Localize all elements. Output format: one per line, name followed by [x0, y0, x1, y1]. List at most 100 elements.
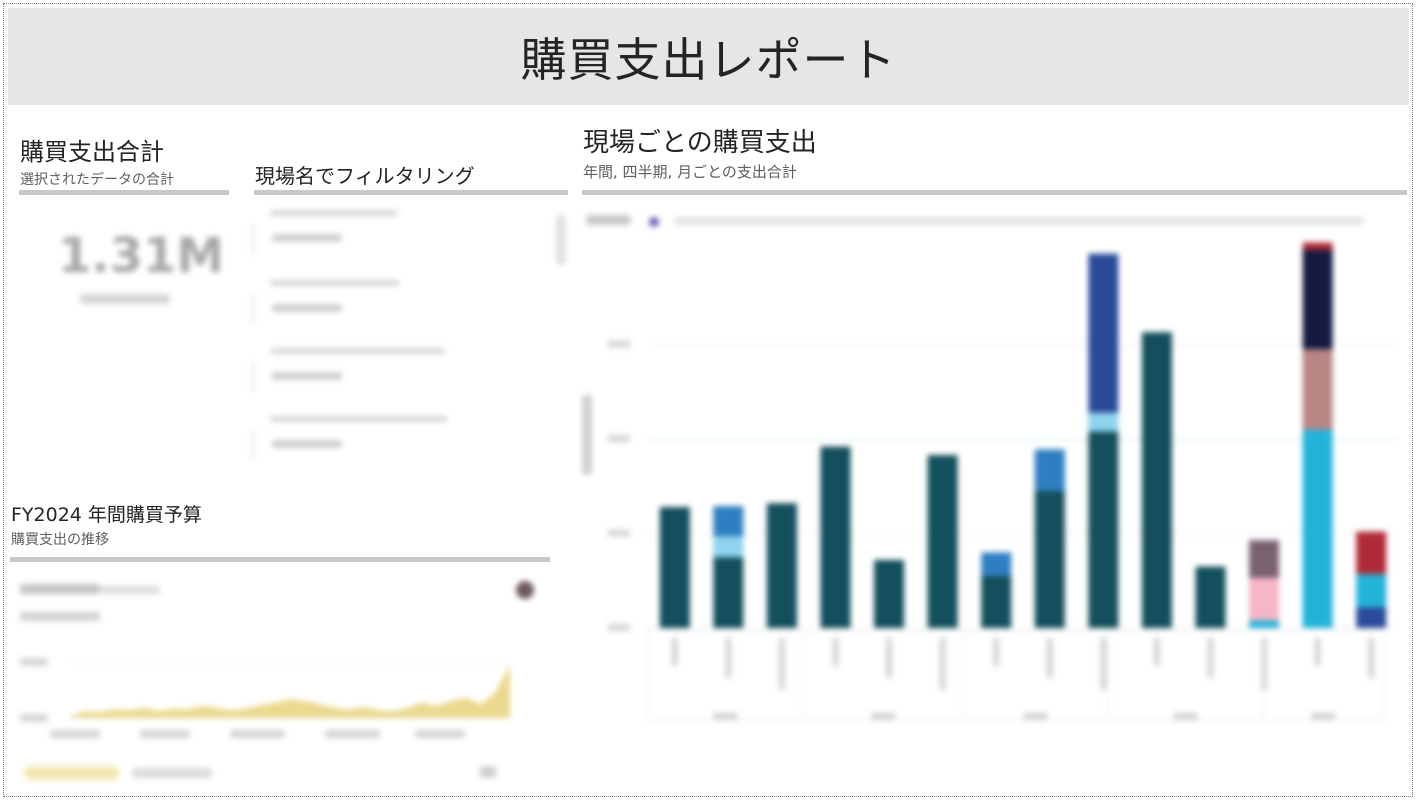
- bar-segment[interactable]: [1356, 574, 1387, 608]
- budget-subtitle: 購買支出の推移: [11, 532, 109, 548]
- x-tick-label: [1314, 638, 1321, 666]
- x-tick-label: [778, 638, 785, 690]
- budget-area-chart: [20, 581, 534, 780]
- bar-segment[interactable]: [874, 559, 905, 628]
- bar-segment[interactable]: [981, 552, 1012, 577]
- bar-segment[interactable]: [659, 507, 690, 628]
- slicer-divider: [254, 190, 568, 195]
- budget-divider: [10, 557, 550, 562]
- budget-chart-sublabel: [20, 612, 100, 621]
- x-axis-group-label: [1023, 713, 1048, 720]
- x-tick-label: [1368, 638, 1375, 678]
- bar-segment[interactable]: [820, 446, 851, 628]
- slicer-scrollbar[interactable]: [556, 215, 566, 265]
- budget-legend-nav[interactable]: [480, 766, 496, 778]
- slicer-item-label: [272, 304, 342, 312]
- budget-title: FY2024 年間購買予算: [11, 504, 202, 526]
- kpi-value: 1.31M: [58, 228, 225, 284]
- y-tick-label: [608, 624, 630, 631]
- x-tick-label: [993, 638, 1000, 666]
- bar-segment[interactable]: [1249, 620, 1280, 628]
- x-axis-group: [1107, 629, 1264, 721]
- kpi-title: 購買支出合計: [20, 138, 164, 166]
- bar-segment[interactable]: [1195, 566, 1226, 628]
- x-tick-label: [1153, 638, 1160, 666]
- x-axis-group-label: [1173, 713, 1198, 720]
- x-tick-label: [671, 638, 678, 666]
- bar-segment[interactable]: [1356, 607, 1387, 628]
- x-axis-group-label: [713, 713, 738, 720]
- bars: [659, 242, 1387, 628]
- main-chart-divider: [582, 190, 1407, 195]
- slicer-header: 現場名でフィルタリング: [255, 160, 475, 189]
- budget-legend-item[interactable]: [24, 766, 119, 780]
- bar-segment[interactable]: [1249, 577, 1280, 621]
- y-tick-label: [608, 435, 630, 442]
- slicer-checkbox[interactable]: [252, 224, 262, 254]
- x-tick-label: [1261, 638, 1268, 690]
- x-axis-group: [802, 629, 964, 721]
- x-tick-label: [1046, 638, 1053, 678]
- x-tick-label: [1207, 638, 1214, 678]
- main-chart-title: 現場ごとの購買支出: [583, 128, 817, 158]
- main-chart-header: 現場ごとの購買支出 年間, 四半期, 月ごとの支出合計: [583, 122, 817, 182]
- slicer-item-label: [272, 234, 342, 242]
- kpi-divider: [19, 190, 229, 195]
- x-axis-group-label: [871, 713, 895, 720]
- main-bar-chart: [582, 215, 1398, 721]
- bar-segment[interactable]: [981, 576, 1012, 628]
- bar-segment[interactable]: [1141, 332, 1172, 628]
- bar-segment[interactable]: [1356, 531, 1387, 575]
- bar-segment[interactable]: [1088, 253, 1119, 413]
- legend-label: [586, 215, 631, 225]
- kpi-value-label: [80, 294, 170, 304]
- x-tick-label: [1100, 638, 1107, 690]
- bar-segment[interactable]: [1088, 431, 1119, 628]
- legend-scroll[interactable]: [674, 217, 1364, 225]
- budget-chart-label-secondary: [100, 586, 160, 594]
- budget-x-tick: [230, 730, 285, 738]
- x-tick-label: [886, 638, 893, 678]
- legend-marker: [649, 217, 659, 227]
- slicer-checkbox[interactable]: [252, 362, 262, 392]
- budget-chart-icon[interactable]: [516, 581, 534, 599]
- bar-segment[interactable]: [1249, 540, 1280, 578]
- slicer-checkbox[interactable]: [252, 294, 262, 324]
- y-tick-label: [608, 529, 630, 537]
- bar-segment[interactable]: [713, 506, 744, 537]
- budget-header: FY2024 年間購買予算 購買支出の推移: [11, 500, 202, 549]
- y-axis-title: [582, 395, 592, 475]
- bar-segment[interactable]: [1034, 449, 1065, 491]
- x-tick-label: [832, 638, 839, 666]
- bar-segment[interactable]: [1302, 349, 1333, 430]
- slicer-item-label: [272, 372, 342, 380]
- budget-x-tick: [325, 730, 380, 738]
- report-title-bar: 購買支出レポート: [8, 8, 1409, 105]
- bar-segment[interactable]: [1302, 250, 1333, 350]
- budget-y-tick: [20, 714, 48, 722]
- y-tick-label: [608, 340, 630, 348]
- x-tick-label: [939, 638, 946, 690]
- kpi-header: 購買支出合計 選択されたデータの合計: [20, 132, 174, 189]
- x-axis: [647, 629, 1384, 721]
- main-chart: [578, 205, 1409, 765]
- main-chart-subtitle: 年間, 四半期, 月ごとの支出合計: [583, 163, 797, 181]
- bar-segment[interactable]: [1088, 412, 1119, 432]
- bar-segment[interactable]: [1302, 242, 1333, 250]
- slicer-title: 現場名でフィルタリング: [255, 164, 475, 188]
- x-axis-group-label: [1311, 713, 1335, 720]
- bar-segment[interactable]: [766, 503, 797, 628]
- slicer-checkbox[interactable]: [252, 430, 262, 460]
- bar-segment[interactable]: [713, 536, 744, 558]
- budget-chart: [10, 568, 550, 793]
- budget-y-tick: [20, 658, 48, 666]
- bar-segment[interactable]: [713, 557, 744, 628]
- budget-x-tick: [50, 730, 100, 738]
- report-title: 購買支出レポート: [520, 32, 897, 87]
- bar-segment[interactable]: [927, 455, 958, 628]
- budget-x-tick: [140, 730, 190, 738]
- bar-segment[interactable]: [1034, 490, 1065, 628]
- bar-segment[interactable]: [1302, 429, 1333, 628]
- budget-area: [70, 664, 510, 718]
- budget-legend-item[interactable]: [132, 768, 212, 778]
